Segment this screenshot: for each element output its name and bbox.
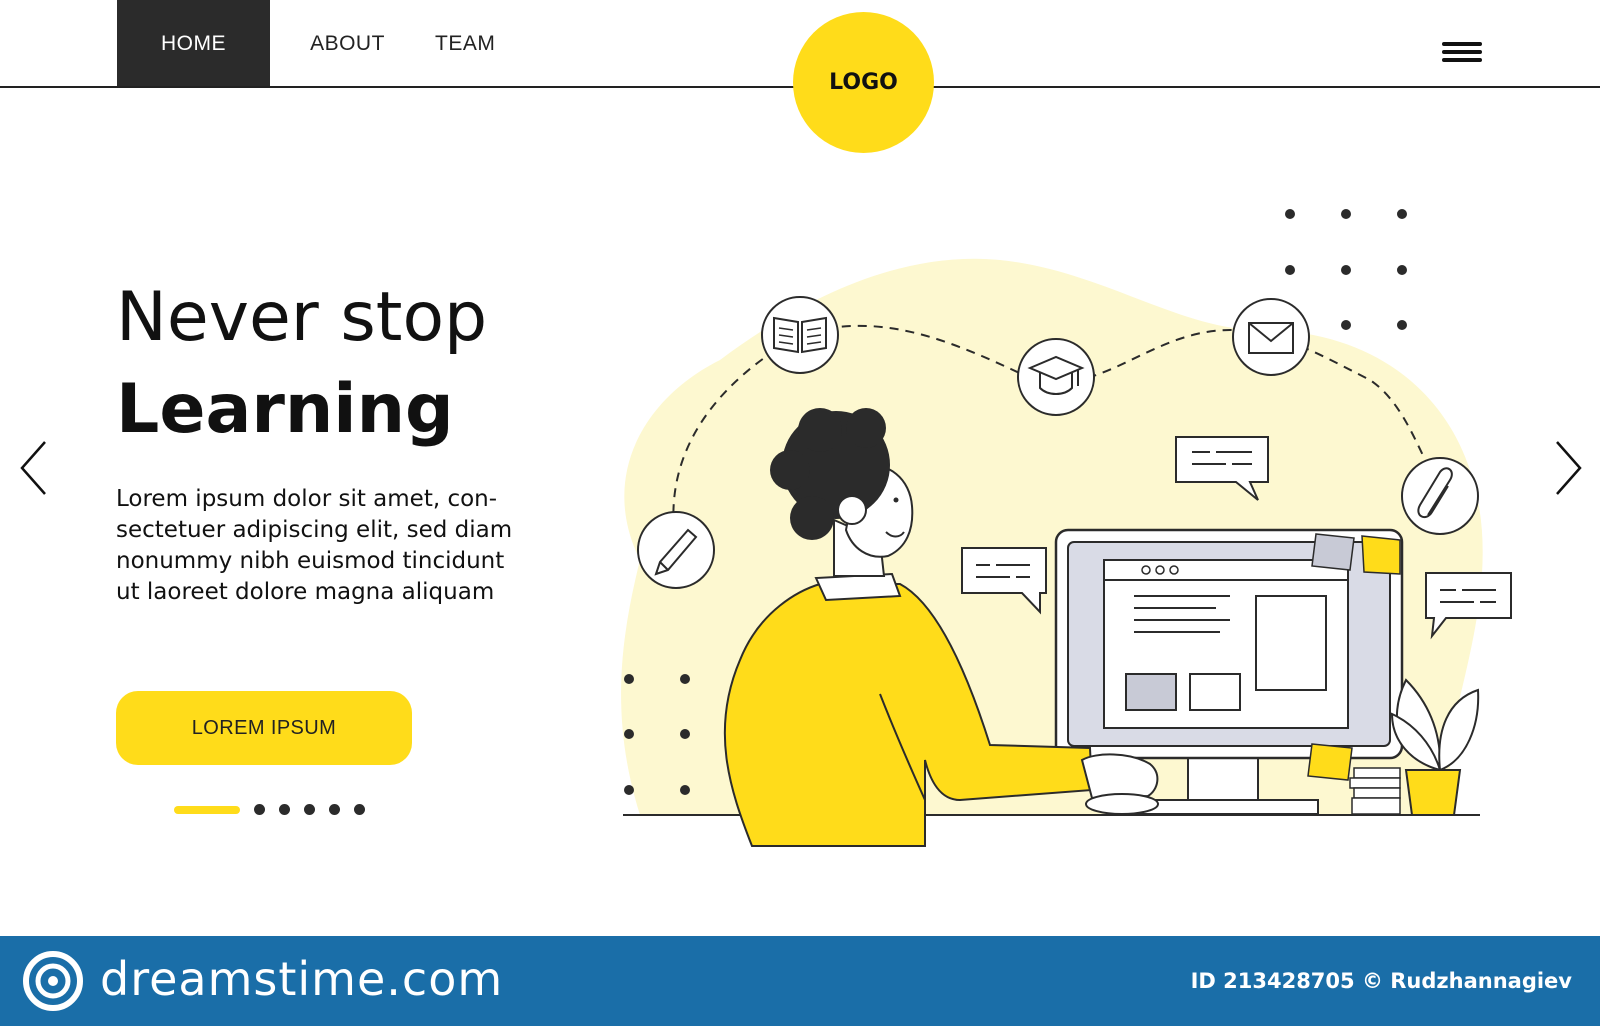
hamburger-menu-icon[interactable]	[1442, 42, 1482, 66]
footer-brand: dreamstime.com	[100, 952, 504, 1006]
pagination-dot-active[interactable]	[174, 805, 240, 814]
footer-banner: dreamstime.com ID 213428705 © Rudzhannag…	[0, 936, 1600, 1026]
pagination-dot[interactable]	[354, 804, 365, 815]
pagination-dot[interactable]	[304, 804, 315, 815]
learning-illustration	[621, 209, 1512, 847]
nav-home-link[interactable]: HOME	[117, 0, 270, 87]
footer-image-id: ID 213428705 © Rudzhannagiev	[1190, 969, 1572, 993]
dreamstime-spiral-icon	[23, 951, 83, 1011]
paperclip-icon	[1401, 457, 1479, 535]
logo[interactable]: LOGO	[793, 12, 934, 153]
envelope-icon	[1232, 298, 1310, 376]
hero-description-line: ut laoreet dolore magna aliquam	[116, 579, 495, 605]
hero-description: Lorem ipsum dolor sit amet, con- sectetu…	[116, 484, 556, 608]
main-nav: HOME ABOUT TEAM	[117, 0, 565, 87]
pagination-dot[interactable]	[279, 804, 290, 815]
pagination-dot[interactable]	[329, 804, 340, 815]
cta-button[interactable]: LOREM IPSUM	[116, 691, 412, 765]
hero-description-line: sectetuer adipiscing elit, sed diam	[116, 517, 513, 543]
dot-grid-top	[1285, 209, 1407, 330]
nav-about-link[interactable]: ABOUT	[270, 0, 425, 87]
slider-pagination	[174, 804, 379, 815]
open-book-icon	[761, 296, 839, 374]
hero-description-line: Lorem ipsum dolor sit amet, con-	[116, 486, 498, 512]
pencil-icon	[637, 511, 715, 589]
graduation-cap-icon	[1017, 338, 1095, 416]
chevron-left-icon[interactable]	[17, 438, 51, 498]
pagination-dot[interactable]	[254, 804, 265, 815]
nav-team-link[interactable]: TEAM	[425, 0, 565, 87]
hero-title-line2: Learning	[116, 370, 454, 449]
hero-description-line: nonummy nibh euismod tincidunt	[116, 548, 505, 574]
book-stack	[1349, 767, 1401, 815]
hero-title-line1: Never stop	[116, 278, 488, 357]
